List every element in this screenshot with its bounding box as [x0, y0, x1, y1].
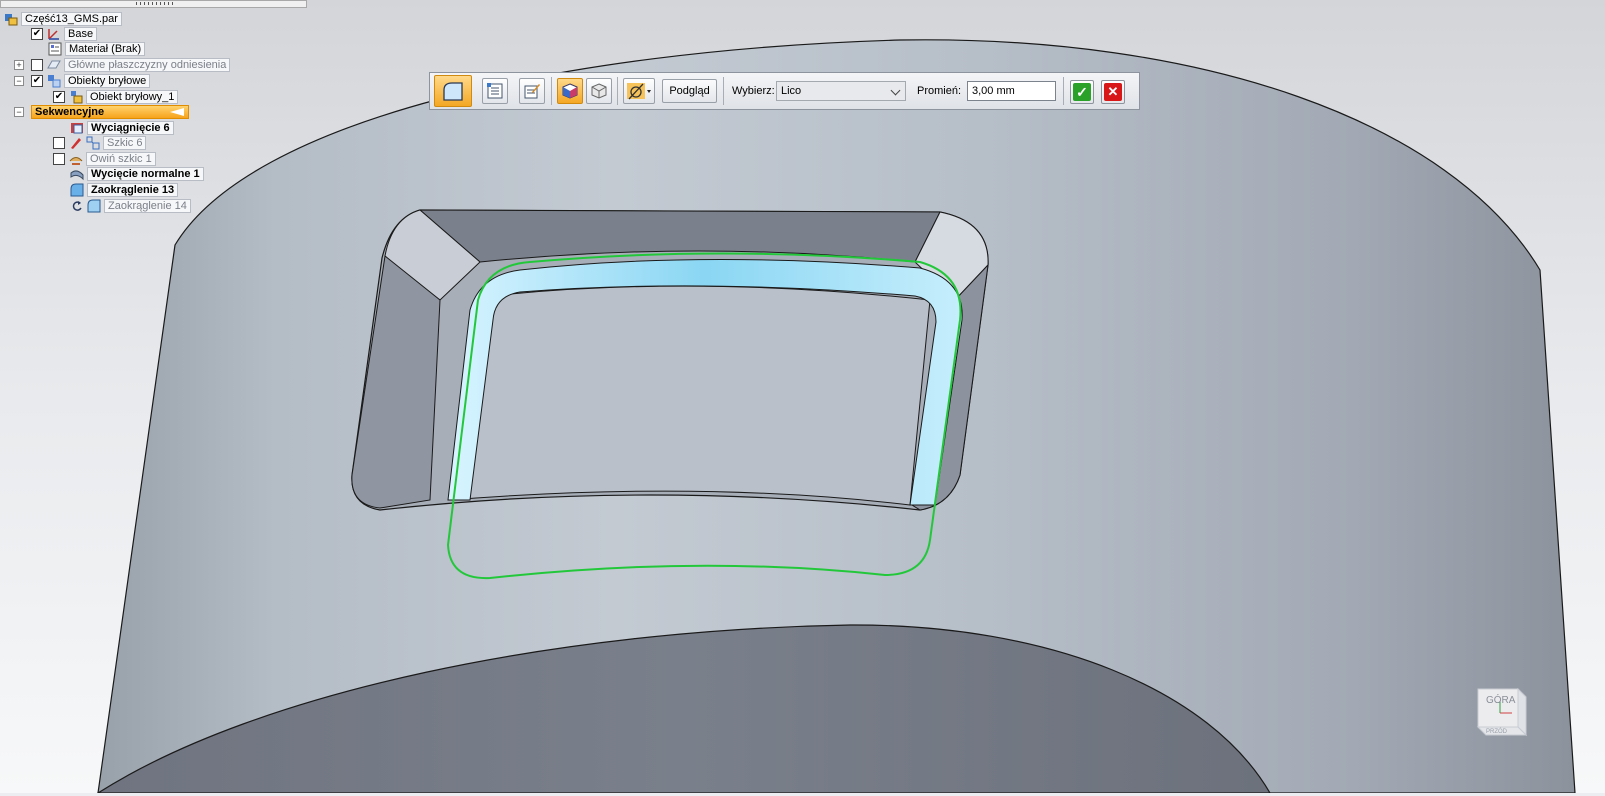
select-label: Wybierz:: [732, 85, 775, 97]
select-type-value: Lico: [781, 85, 802, 97]
preview-button[interactable]: Podgląd: [662, 79, 717, 103]
splitter-grip-icon[interactable]: [136, 2, 174, 5]
round-command-bar: Podgląd Wybierz: Lico Promień: 3,00 mm ✓…: [429, 72, 1140, 110]
cancel-button[interactable]: ✕: [1101, 80, 1125, 104]
coordinate-system-icon: [47, 27, 61, 41]
round-step-icon: [443, 82, 463, 101]
wrap-sketch-icon: [69, 152, 83, 166]
collapse-toggle-icon[interactable]: −: [14, 107, 24, 117]
round-icon: [70, 183, 84, 197]
tree-item-solid-body-1[interactable]: ✔ Obiekt bryłowy_1: [53, 90, 179, 104]
part-icon: [4, 12, 18, 26]
select-body-button[interactable]: [557, 78, 583, 104]
checkmark-icon: ✓: [1073, 83, 1091, 101]
normal-cut-icon: [70, 167, 84, 181]
view-cube[interactable]: GÓRA PRZÓD: [1472, 683, 1530, 741]
tree-item-solid-bodies[interactable]: ✔ Obiekty bryłowe: [31, 74, 151, 88]
reference-plane-icon: [47, 58, 61, 72]
tree-item-round-13[interactable]: Zaokrąglenie 13: [70, 183, 179, 197]
visibility-checkbox[interactable]: [31, 59, 43, 71]
visibility-checkbox[interactable]: ✔: [53, 91, 65, 103]
accept-button[interactable]: ✓: [1070, 80, 1094, 104]
view-cube-top-label: GÓRA: [1486, 695, 1516, 706]
view-cube-front-label: PRZÓD: [1486, 729, 1507, 735]
select-type-dropdown[interactable]: Lico: [776, 81, 906, 101]
solid-body-icon: [69, 90, 83, 104]
radius-label: Promień:: [917, 85, 962, 97]
select-chain-button[interactable]: [586, 78, 612, 104]
material-icon: [48, 42, 62, 56]
options-icon: [487, 83, 503, 99]
visibility-checkbox[interactable]: ✔: [31, 75, 43, 87]
edit-definition-icon: [524, 84, 540, 99]
tree-item-base[interactable]: ✔ Base: [31, 27, 98, 41]
round-icon: [87, 199, 101, 213]
pocket-floor: [449, 285, 931, 506]
select-dropdown-button[interactable]: [623, 78, 655, 104]
rollback-icon: [70, 199, 84, 213]
feature-tree: Część13_GMS.par ✔ Base Materiał (Brak) +…: [0, 12, 320, 222]
selection-filter-icon: [627, 83, 651, 100]
step-round-face-button[interactable]: [434, 75, 472, 107]
sequential-label: Sekwencyjne: [35, 106, 105, 118]
tree-item-round-14[interactable]: Zaokrąglenie 14: [70, 199, 191, 213]
extrude-icon: [70, 121, 84, 135]
tree-item-normal-cut-1[interactable]: Wycięcie normalne 1: [70, 167, 204, 181]
tree-item-material[interactable]: Materiał (Brak): [48, 42, 146, 56]
sketch-icon: [86, 136, 100, 150]
tree-item-reference-planes[interactable]: Główne płaszczyzny odniesienia: [31, 58, 231, 72]
solid-cube-icon: [562, 83, 578, 99]
close-icon: ✕: [1104, 83, 1122, 101]
chevron-down-icon: [890, 85, 901, 96]
visibility-checkbox[interactable]: ✔: [31, 28, 43, 40]
current-position-arrow-icon: [170, 108, 184, 116]
pencil-icon: [69, 136, 83, 150]
pane-splitter[interactable]: [0, 0, 307, 8]
tree-item-sequential[interactable]: Sekwencyjne: [31, 105, 189, 119]
collapse-toggle-icon[interactable]: −: [14, 76, 24, 86]
radius-input[interactable]: 3,00 mm: [967, 81, 1056, 101]
visibility-checkbox[interactable]: [53, 153, 65, 165]
tree-item-extrude-6[interactable]: Wyciągnięcie 6: [70, 121, 174, 135]
tree-item-wrap-sketch-1[interactable]: Owiń szkic 1: [53, 152, 156, 166]
expand-toggle-icon[interactable]: +: [14, 60, 24, 70]
wireframe-cube-icon: [591, 83, 607, 99]
edit-profile-button[interactable]: [519, 78, 545, 104]
visibility-checkbox[interactable]: [53, 137, 65, 149]
solid-bodies-icon: [47, 74, 61, 88]
options-button[interactable]: [482, 78, 508, 104]
tree-root[interactable]: Część13_GMS.par: [4, 12, 122, 26]
tree-item-sketch-6[interactable]: Szkic 6: [53, 136, 147, 150]
